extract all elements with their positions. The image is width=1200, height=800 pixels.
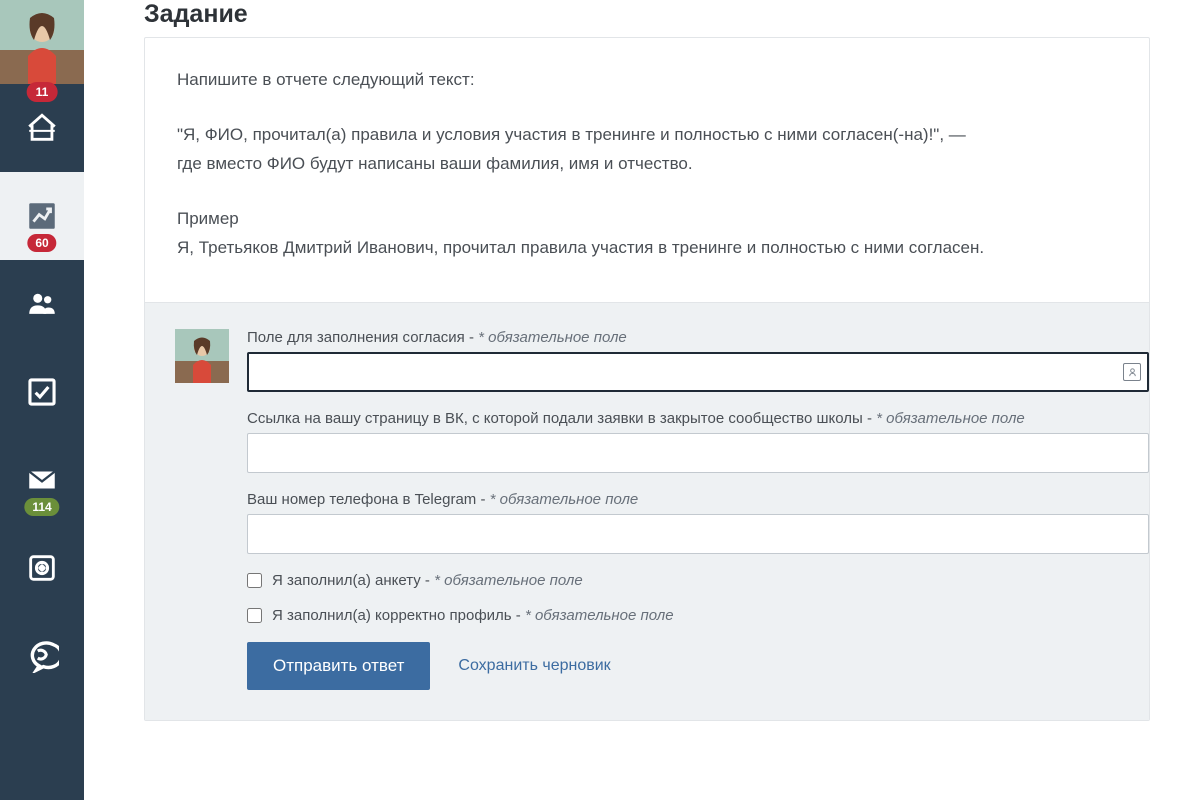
check-survey[interactable]: Я заполнил(а) анкету - * обязательное по… (247, 572, 1149, 589)
nav-progress[interactable]: 60 (0, 172, 84, 260)
people-icon (25, 287, 59, 321)
chat-icon (25, 639, 59, 673)
chart-arrow-icon (25, 199, 59, 233)
avatar-image-small (175, 329, 229, 383)
save-draft-link[interactable]: Сохранить черновик (458, 657, 610, 675)
task-card: Напишите в отчете следующий текст: "Я, Ф… (144, 37, 1150, 721)
sidebar: 11 60 (0, 0, 84, 800)
field-consent: Поле для заполнения согласия - * обязате… (247, 329, 1149, 392)
field-telegram-label: Ваш номер телефона в Telegram - * обязат… (247, 491, 1149, 508)
home-icon (25, 111, 59, 145)
avatar-image (0, 0, 84, 84)
checkbox-icon (25, 375, 59, 409)
desc-line-5: Я, Третьяков Дмитрий Иванович, прочитал … (177, 234, 1117, 263)
consent-input[interactable] (247, 352, 1149, 392)
nav-mail[interactable]: 114 (0, 436, 84, 524)
field-vklink: Ссылка на вашу страницу в ВК, с которой … (247, 410, 1149, 473)
desc-line-4: Пример (177, 205, 1117, 234)
avatar-notification-badge: 11 (27, 82, 58, 102)
nav-chat[interactable] (0, 612, 84, 700)
mail-icon (25, 463, 59, 497)
submit-button[interactable]: Отправить ответ (247, 642, 430, 690)
telegram-input[interactable] (247, 514, 1149, 554)
nav-mail-badge: 114 (24, 498, 59, 516)
contact-card-icon[interactable] (1123, 363, 1141, 381)
nav-tasks[interactable] (0, 348, 84, 436)
desc-line-1: Напишите в отчете следующий текст: (177, 66, 1117, 95)
vklink-input[interactable] (247, 433, 1149, 473)
nav-safe[interactable] (0, 524, 84, 612)
response-form: Поле для заполнения согласия - * обязате… (145, 302, 1149, 720)
field-consent-label: Поле для заполнения согласия - * обязате… (247, 329, 1149, 346)
field-vklink-label: Ссылка на вашу страницу в ВК, с которой … (247, 410, 1149, 427)
field-telegram: Ваш номер телефона в Telegram - * обязат… (247, 491, 1149, 554)
sidebar-avatar[interactable]: 11 (0, 0, 84, 84)
page-title: Задание (144, 0, 1200, 29)
desc-line-2: "Я, ФИО, прочитал(а) правила и условия у… (177, 121, 1117, 150)
safe-icon (25, 551, 59, 585)
task-description: Напишите в отчете следующий текст: "Я, Ф… (145, 38, 1149, 302)
check-profile[interactable]: Я заполнил(а) корректно профиль - * обяз… (247, 607, 1149, 624)
form-avatar (175, 329, 229, 383)
check-profile-box[interactable] (247, 608, 262, 623)
desc-line-3: где вместо ФИО будут написаны ваши фамил… (177, 150, 1117, 179)
main-content: Задание Напишите в отчете следующий текс… (84, 0, 1200, 800)
nav-people[interactable] (0, 260, 84, 348)
nav-progress-badge: 60 (27, 234, 56, 252)
check-survey-box[interactable] (247, 573, 262, 588)
